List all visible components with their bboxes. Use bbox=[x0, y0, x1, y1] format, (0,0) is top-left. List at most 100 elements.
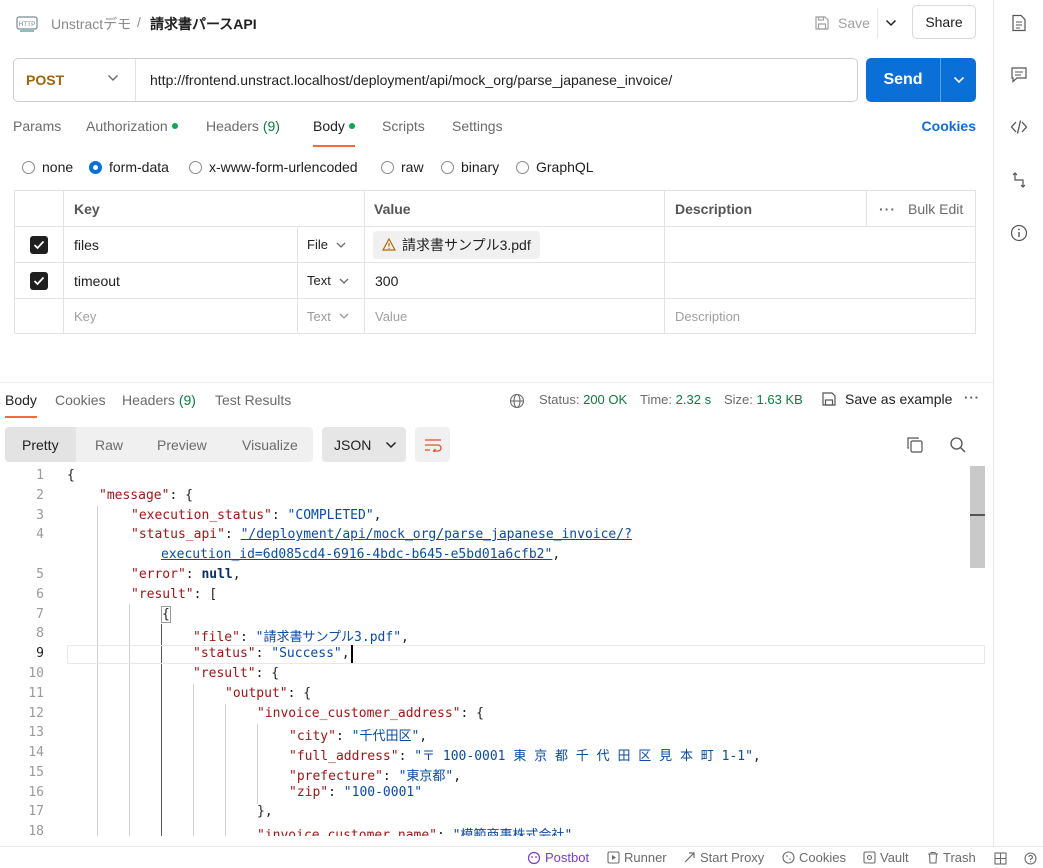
value-input-placeholder[interactable]: Value bbox=[365, 299, 665, 333]
search-icon[interactable] bbox=[949, 436, 967, 454]
save-as-example-button[interactable]: Save as example bbox=[821, 391, 952, 407]
chevron-down-icon bbox=[386, 441, 397, 448]
response-tab-body[interactable]: Body bbox=[5, 392, 37, 418]
key-input-placeholder[interactable]: Key bbox=[64, 299, 298, 333]
request-title[interactable]: 請求書パースAPI bbox=[150, 14, 257, 34]
globe-icon[interactable] bbox=[509, 393, 525, 409]
tab-settings[interactable]: Settings bbox=[452, 118, 503, 146]
tab-scripts[interactable]: Scripts bbox=[382, 118, 425, 146]
radio-form-data[interactable]: form-data bbox=[89, 159, 169, 175]
save-as-example-label: Save as example bbox=[845, 391, 953, 407]
code-icon[interactable] bbox=[1010, 118, 1028, 136]
runner-button[interactable]: Runner bbox=[607, 850, 667, 865]
method-label: POST bbox=[26, 72, 65, 88]
json-value: "100-0001" bbox=[343, 785, 423, 800]
active-dot-icon bbox=[348, 123, 355, 129]
key-cell[interactable]: timeout bbox=[64, 263, 298, 299]
type-select[interactable]: File bbox=[298, 227, 365, 263]
radio-graphql[interactable]: GraphQL bbox=[516, 159, 594, 175]
editor-scrollbar[interactable] bbox=[970, 466, 985, 568]
cookies-link[interactable]: Cookies bbox=[922, 118, 976, 134]
radio-raw[interactable]: raw bbox=[381, 159, 424, 175]
radio-none[interactable]: none bbox=[22, 159, 73, 175]
row-checkbox[interactable] bbox=[15, 227, 64, 263]
description-placeholder: Description bbox=[675, 308, 741, 324]
type-select[interactable]: Text bbox=[298, 299, 365, 333]
code-line: "city": "千代田区", bbox=[289, 729, 428, 744]
key-cell[interactable]: files bbox=[64, 227, 298, 263]
tab-authorization[interactable]: Authorization bbox=[86, 118, 178, 146]
format-select[interactable]: JSON bbox=[322, 427, 406, 462]
radio-circle bbox=[441, 160, 454, 174]
layout-toggle-icon[interactable] bbox=[994, 852, 1007, 865]
scrollbar-marker bbox=[970, 514, 985, 516]
wrap-lines-button[interactable] bbox=[415, 427, 450, 462]
row-checkbox[interactable] bbox=[15, 263, 64, 299]
start-proxy-button[interactable]: Start Proxy bbox=[683, 850, 764, 865]
more-options-icon[interactable]: ··· bbox=[964, 390, 980, 405]
warning-icon bbox=[382, 238, 396, 251]
file-chip[interactable]: 請求書サンプル3.pdf bbox=[373, 230, 540, 259]
save-button[interactable]: Save bbox=[808, 8, 876, 38]
json-link-value[interactable]: "/deployment/api/mock_org/parse_japanese… bbox=[241, 527, 632, 542]
tab-headers[interactable]: Headers (9) bbox=[206, 118, 280, 146]
info-icon[interactable] bbox=[1010, 224, 1028, 242]
bulk-edit-button[interactable]: Bulk Edit bbox=[908, 201, 963, 217]
send-options-button[interactable] bbox=[940, 58, 976, 102]
value-cell[interactable]: 300 bbox=[365, 263, 665, 299]
response-divider bbox=[0, 382, 993, 383]
cookies-button[interactable]: Cookies bbox=[782, 850, 846, 865]
save-options-button[interactable] bbox=[877, 8, 903, 38]
code-line: execution_id=6d085cd4-6916-4bdc-b645-e5b… bbox=[161, 547, 561, 562]
related-collections-icon[interactable] bbox=[1010, 171, 1028, 189]
view-visualize[interactable]: Visualize bbox=[242, 427, 298, 462]
breadcrumb-separator: / bbox=[137, 14, 141, 30]
view-pretty[interactable]: Pretty bbox=[5, 427, 76, 462]
value-cell[interactable]: 請求書サンプル3.pdf bbox=[365, 227, 665, 263]
copy-icon[interactable] bbox=[906, 436, 924, 454]
vault-button[interactable]: Vault bbox=[863, 850, 909, 865]
code-line: "execution_status": "COMPLETED", bbox=[131, 508, 382, 523]
response-tab-cookies[interactable]: Cookies bbox=[55, 392, 106, 418]
more-options-icon[interactable]: ··· bbox=[879, 201, 896, 217]
indent-guide bbox=[225, 704, 226, 836]
tab-params-label: Params bbox=[13, 118, 62, 134]
type-select[interactable]: Text bbox=[298, 263, 365, 299]
right-sidebar bbox=[993, 0, 1043, 846]
description-cell[interactable] bbox=[665, 263, 976, 299]
response-tab-headers[interactable]: Headers (9) bbox=[122, 392, 196, 418]
breadcrumb-workspace[interactable]: Unstractデモ bbox=[51, 14, 131, 34]
tab-params[interactable]: Params bbox=[13, 118, 61, 146]
method-select[interactable]: POST bbox=[14, 59, 136, 101]
view-preview[interactable]: Preview bbox=[157, 427, 207, 462]
radio-binary[interactable]: binary bbox=[441, 159, 499, 175]
file-name: 請求書サンプル3.pdf bbox=[402, 236, 531, 253]
send-button[interactable]: Send bbox=[866, 58, 976, 102]
json-key: "status_api" bbox=[131, 527, 225, 542]
tab-body[interactable]: Body bbox=[313, 118, 355, 147]
url-input[interactable] bbox=[150, 59, 850, 101]
radio-urlencoded[interactable]: x-www-form-urlencoded bbox=[189, 159, 358, 175]
json-key: "result" bbox=[131, 587, 194, 602]
cookies-label: Cookies bbox=[799, 850, 846, 865]
size-info[interactable]: Size: 1.63 KB bbox=[724, 392, 803, 407]
view-raw[interactable]: Raw bbox=[95, 427, 123, 462]
description-input-placeholder[interactable]: Description bbox=[665, 299, 976, 333]
line-number: 18 bbox=[28, 824, 44, 836]
postbot-button[interactable]: Postbot bbox=[527, 850, 589, 865]
time-info[interactable]: Time: 2.32 s bbox=[640, 392, 711, 407]
code-line: "result": [ bbox=[131, 587, 218, 602]
indent-guide bbox=[257, 724, 258, 804]
json-link-value[interactable]: execution_id=6d085cd4-6916-4bdc-b645-e5b… bbox=[161, 547, 552, 562]
comments-icon[interactable] bbox=[1010, 66, 1028, 84]
help-icon[interactable] bbox=[1024, 852, 1037, 865]
response-tab-test-results[interactable]: Test Results bbox=[215, 392, 291, 418]
status-info[interactable]: Status: 200 OK bbox=[539, 392, 627, 407]
trash-button[interactable]: Trash bbox=[927, 850, 976, 865]
proxy-icon bbox=[684, 852, 695, 863]
description-cell[interactable] bbox=[665, 227, 976, 263]
table-header-check bbox=[15, 191, 64, 227]
runner-label: Runner bbox=[624, 850, 667, 865]
share-button[interactable]: Share bbox=[912, 5, 976, 39]
documentation-icon[interactable] bbox=[1010, 14, 1028, 32]
